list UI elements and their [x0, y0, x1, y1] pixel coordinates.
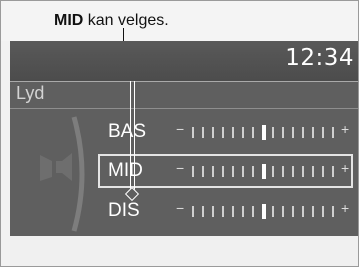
callout-pointer: [123, 28, 124, 41]
divider: [10, 108, 358, 109]
callout-pointer: [134, 81, 135, 194]
slider-tick: [222, 206, 224, 217]
mid-slider[interactable]: − +: [176, 160, 351, 179]
slider-current-marker: [262, 204, 266, 219]
slider-tick: [212, 127, 214, 138]
plus-icon[interactable]: +: [341, 121, 349, 137]
sound-arc-icon: [71, 116, 85, 232]
slider-tick: [302, 206, 304, 217]
minus-icon[interactable]: −: [176, 121, 184, 137]
slider-tick: [322, 166, 324, 177]
plus-icon[interactable]: +: [341, 200, 349, 216]
slider-tick: [222, 127, 224, 138]
slider-tick: [272, 166, 274, 177]
slider-tick: [312, 166, 314, 177]
illustration-frame: MID kan velges. 12:34 Lyd BAS − + MID −: [0, 0, 359, 267]
slider-tick: [252, 206, 254, 217]
divider: [10, 81, 358, 82]
caption-bar: MID kan velges.: [1, 1, 358, 41]
setting-row-treble[interactable]: DIS − +: [98, 194, 353, 228]
slider-current-marker: [262, 125, 266, 140]
slider-tick: [322, 127, 324, 138]
slider-tick: [282, 127, 284, 138]
slider-tick: [302, 127, 304, 138]
slider-tick: [332, 206, 334, 217]
caption-bold: MID: [54, 12, 84, 29]
minus-icon[interactable]: −: [176, 200, 184, 216]
setting-label: BAS: [108, 121, 147, 142]
audio-settings-screen: 12:34 Lyd BAS − + MID − + DIS − +: [10, 41, 358, 236]
slider-current-marker: [262, 164, 266, 179]
slider-tick: [272, 206, 274, 217]
bass-slider[interactable]: − +: [176, 121, 351, 140]
slider-tick: [252, 166, 254, 177]
setting-label: DIS: [108, 200, 140, 221]
slider-tick: [292, 206, 294, 217]
slider-tick: [202, 127, 204, 138]
slider-tick: [232, 206, 234, 217]
caption-text: kan velges.: [83, 12, 169, 29]
treble-slider[interactable]: − +: [176, 200, 351, 219]
slider-tick: [232, 127, 234, 138]
slider-tick: [252, 127, 254, 138]
slider-tick: [312, 206, 314, 217]
slider-tick: [282, 206, 284, 217]
slider-tick: [242, 206, 244, 217]
slider-tick: [202, 206, 204, 217]
slider-tick: [242, 127, 244, 138]
callout-pointer: [130, 81, 131, 194]
slider-tick: [222, 166, 224, 177]
slider-tick: [282, 166, 284, 177]
setting-row-bass[interactable]: BAS − +: [98, 115, 353, 149]
slider-tick: [272, 127, 274, 138]
slider-tick: [332, 166, 334, 177]
slider-tick: [332, 127, 334, 138]
slider-tick: [242, 166, 244, 177]
slider-tick: [192, 166, 194, 177]
slider-tick: [212, 166, 214, 177]
slider-tick: [232, 166, 234, 177]
bottom-band: [10, 236, 358, 266]
slider-tick: [292, 127, 294, 138]
slider-tick: [212, 206, 214, 217]
header-bar: 12:34: [10, 41, 358, 81]
plus-icon[interactable]: +: [341, 160, 349, 176]
setting-row-mid[interactable]: MID − +: [98, 154, 353, 188]
clock: 12:34: [285, 45, 354, 71]
slider-tick: [322, 206, 324, 217]
section-title: Lyd: [16, 83, 45, 103]
slider-tick: [192, 127, 194, 138]
minus-icon[interactable]: −: [176, 160, 184, 176]
slider-tick: [302, 166, 304, 177]
slider-tick: [202, 166, 204, 177]
slider-tick: [192, 206, 194, 217]
callout-caption: MID kan velges.: [54, 12, 169, 30]
slider-tick: [312, 127, 314, 138]
slider-tick: [292, 166, 294, 177]
setting-label: MID: [108, 160, 143, 181]
